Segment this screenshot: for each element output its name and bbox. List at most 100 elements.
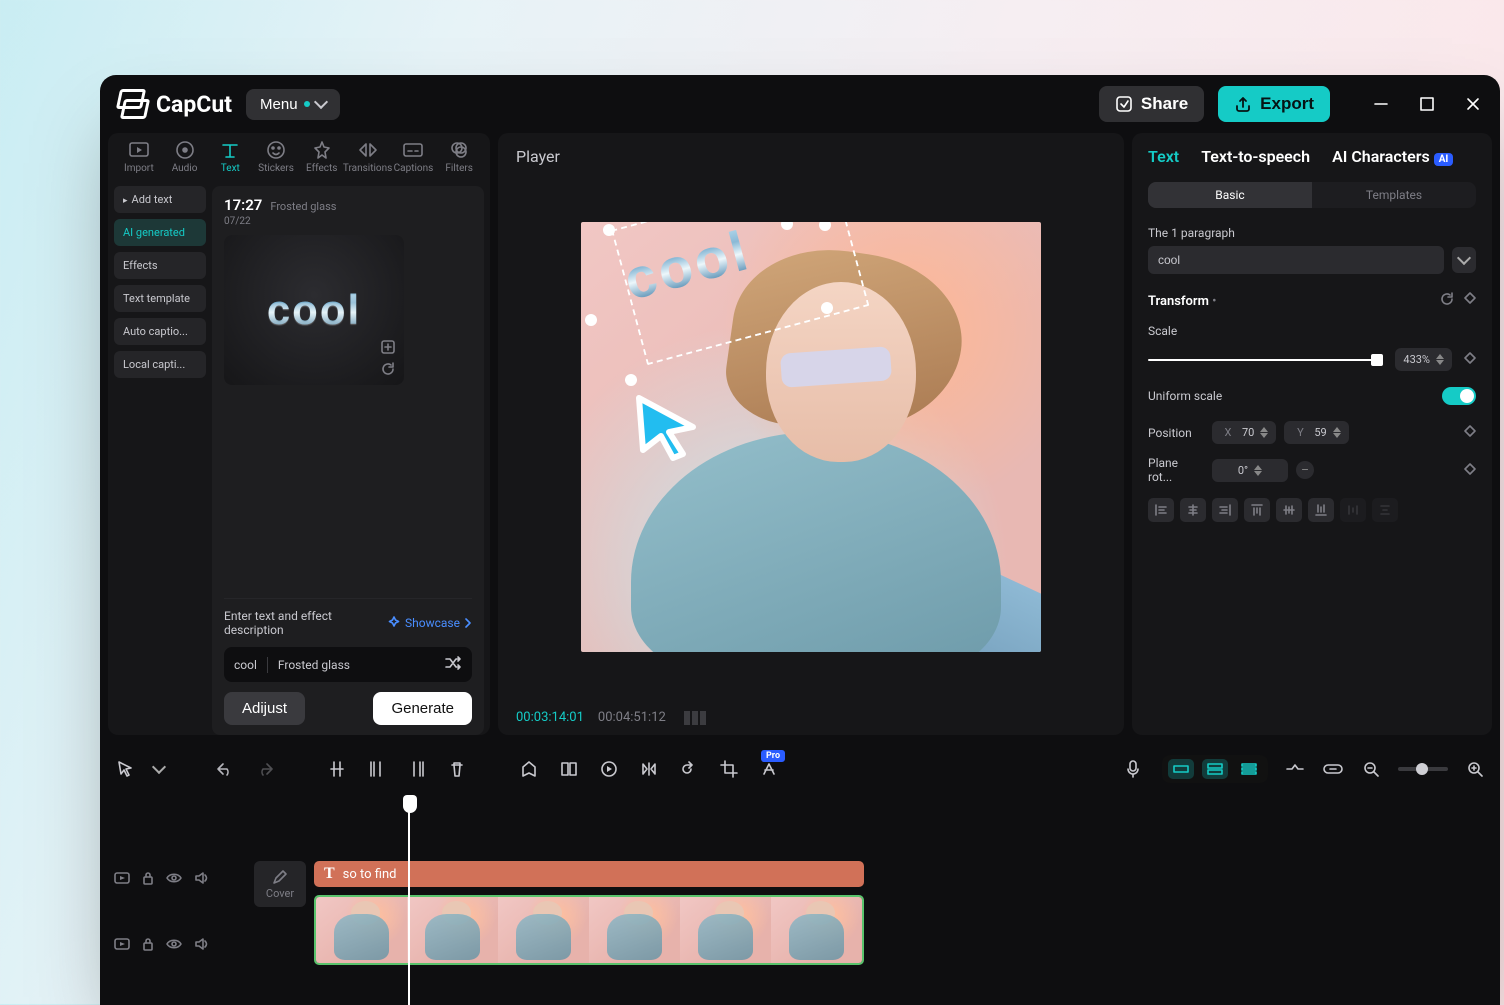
undo-button[interactable] [214, 758, 236, 780]
window-maximize-button[interactable] [1418, 95, 1436, 113]
redo-button[interactable] [254, 758, 276, 780]
selection-handle[interactable] [603, 224, 615, 236]
link-button[interactable] [1322, 758, 1344, 780]
crop-button[interactable] [718, 758, 740, 780]
asset-add-icon[interactable] [380, 339, 396, 355]
shuffle-button[interactable] [444, 655, 462, 674]
text-clip[interactable]: T so to find [314, 861, 864, 887]
window-minimize-button[interactable] [1372, 95, 1390, 113]
keyframe-transform-icon[interactable] [1464, 292, 1476, 310]
selection-handle[interactable] [625, 374, 637, 386]
track-lock-icon[interactable] [142, 871, 154, 889]
scale-slider-thumb[interactable] [1371, 354, 1383, 366]
tool-tab-transitions[interactable]: Transitions [345, 141, 391, 174]
selection-tool-dropdown[interactable] [154, 758, 164, 780]
track-toggle-video-icon[interactable] [114, 871, 130, 889]
selection-tool-button[interactable] [114, 758, 136, 780]
export-button[interactable]: Export [1218, 86, 1330, 122]
menu-button[interactable]: Menu [246, 89, 340, 120]
playhead[interactable] [408, 795, 410, 1005]
mirror-button[interactable] [638, 758, 660, 780]
track-mute-icon[interactable] [194, 937, 208, 955]
track-lock-icon[interactable] [142, 937, 154, 955]
zoom-slider[interactable] [1398, 767, 1448, 771]
tab-ai-characters[interactable]: AI Characters AI [1332, 147, 1453, 166]
rotation-dial[interactable]: – [1296, 461, 1314, 479]
tool-tab-text[interactable]: Text [207, 141, 253, 174]
paragraph-input[interactable] [1148, 246, 1444, 274]
scale-slider[interactable] [1148, 359, 1383, 361]
freeze-frame-button[interactable] [558, 758, 580, 780]
tool-tab-effects[interactable]: Effects [299, 141, 345, 174]
track-visibility-icon[interactable] [166, 938, 182, 954]
align-vcenter-button[interactable] [1276, 498, 1302, 522]
keyframe-rotation-icon[interactable] [1464, 463, 1476, 478]
track-visibility-icon[interactable] [166, 872, 182, 888]
category-add-text[interactable]: Add text [114, 186, 206, 213]
player-stage[interactable]: cool [516, 172, 1106, 702]
aspect-ratio-icon[interactable] [684, 711, 706, 725]
plane-rotation-input[interactable]: 0° [1212, 459, 1288, 482]
position-y-input[interactable]: Y 59 [1284, 421, 1348, 444]
selection-handle[interactable] [821, 302, 833, 314]
selection-handle[interactable] [585, 314, 597, 326]
zoom-slider-thumb[interactable] [1416, 763, 1428, 775]
delete-button[interactable] [446, 758, 468, 780]
tool-tab-captions[interactable]: Captions [391, 141, 437, 174]
track-view-3[interactable] [1236, 759, 1262, 779]
rotate-button[interactable] [678, 758, 700, 780]
asset-thumbnail[interactable]: cool [224, 235, 404, 385]
scale-value-box[interactable]: 433% [1395, 348, 1452, 371]
snap-button[interactable] [1284, 758, 1306, 780]
track-view-2[interactable] [1202, 759, 1228, 779]
smart-tools-button[interactable]: Pro [758, 758, 780, 780]
tool-tab-filters[interactable]: Filters [436, 141, 482, 174]
category-text-template[interactable]: Text template [114, 285, 206, 312]
share-button[interactable]: Share [1099, 86, 1204, 122]
tracks-area[interactable]: Cover T so to find [254, 795, 1486, 1005]
reverse-button[interactable] [598, 758, 620, 780]
tool-tab-stickers[interactable]: Stickers [253, 141, 299, 174]
video-clip[interactable] [314, 895, 864, 965]
tab-text-to-speech[interactable]: Text-to-speech [1201, 147, 1310, 166]
position-x-input[interactable]: X 70 [1212, 421, 1276, 444]
align-hcenter-button[interactable] [1180, 498, 1206, 522]
category-ai-generated[interactable]: AI generated [114, 219, 206, 246]
align-left-button[interactable] [1148, 498, 1174, 522]
segment-basic[interactable]: Basic [1148, 182, 1312, 208]
category-effects[interactable]: Effects [114, 252, 206, 279]
reset-transform-icon[interactable] [1440, 292, 1454, 310]
align-right-button[interactable] [1212, 498, 1238, 522]
adjust-button[interactable]: Adijust [224, 692, 305, 725]
keyframe-position-icon[interactable] [1464, 425, 1476, 440]
microphone-button[interactable] [1122, 758, 1144, 780]
cover-cell[interactable]: Cover [254, 861, 306, 907]
zoom-in-button[interactable] [1464, 758, 1486, 780]
track-toggle-video-icon[interactable] [114, 937, 130, 955]
generate-button[interactable]: Generate [373, 692, 472, 725]
generator-input[interactable]: cool Frosted glass [224, 647, 472, 682]
zoom-out-button[interactable] [1360, 758, 1382, 780]
asset-refresh-icon[interactable] [380, 361, 396, 377]
tab-text[interactable]: Text [1148, 147, 1179, 166]
category-auto-captions[interactable]: Auto captio... [114, 318, 206, 345]
tool-tab-import[interactable]: Import [116, 141, 162, 174]
trim-right-button[interactable] [406, 758, 428, 780]
split-button[interactable] [326, 758, 348, 780]
keyframe-scale-icon[interactable] [1464, 352, 1476, 368]
showcase-link[interactable]: Showcase [387, 616, 472, 630]
segment-templates[interactable]: Templates [1312, 182, 1476, 208]
track-mute-icon[interactable] [194, 871, 208, 889]
align-top-button[interactable] [1244, 498, 1270, 522]
category-local-captions[interactable]: Local capti... [114, 351, 206, 378]
track-view-1[interactable] [1168, 759, 1194, 779]
window-close-button[interactable] [1464, 95, 1482, 113]
tool-tab-audio[interactable]: Audio [162, 141, 208, 174]
paragraph-dropdown[interactable] [1452, 247, 1476, 273]
uniform-scale-toggle[interactable] [1442, 387, 1476, 405]
trim-left-button[interactable] [366, 758, 388, 780]
position-label: Position [1148, 426, 1204, 440]
align-bottom-button[interactable] [1308, 498, 1334, 522]
marker-button[interactable] [518, 758, 540, 780]
player-panel: Player cool [498, 133, 1124, 735]
